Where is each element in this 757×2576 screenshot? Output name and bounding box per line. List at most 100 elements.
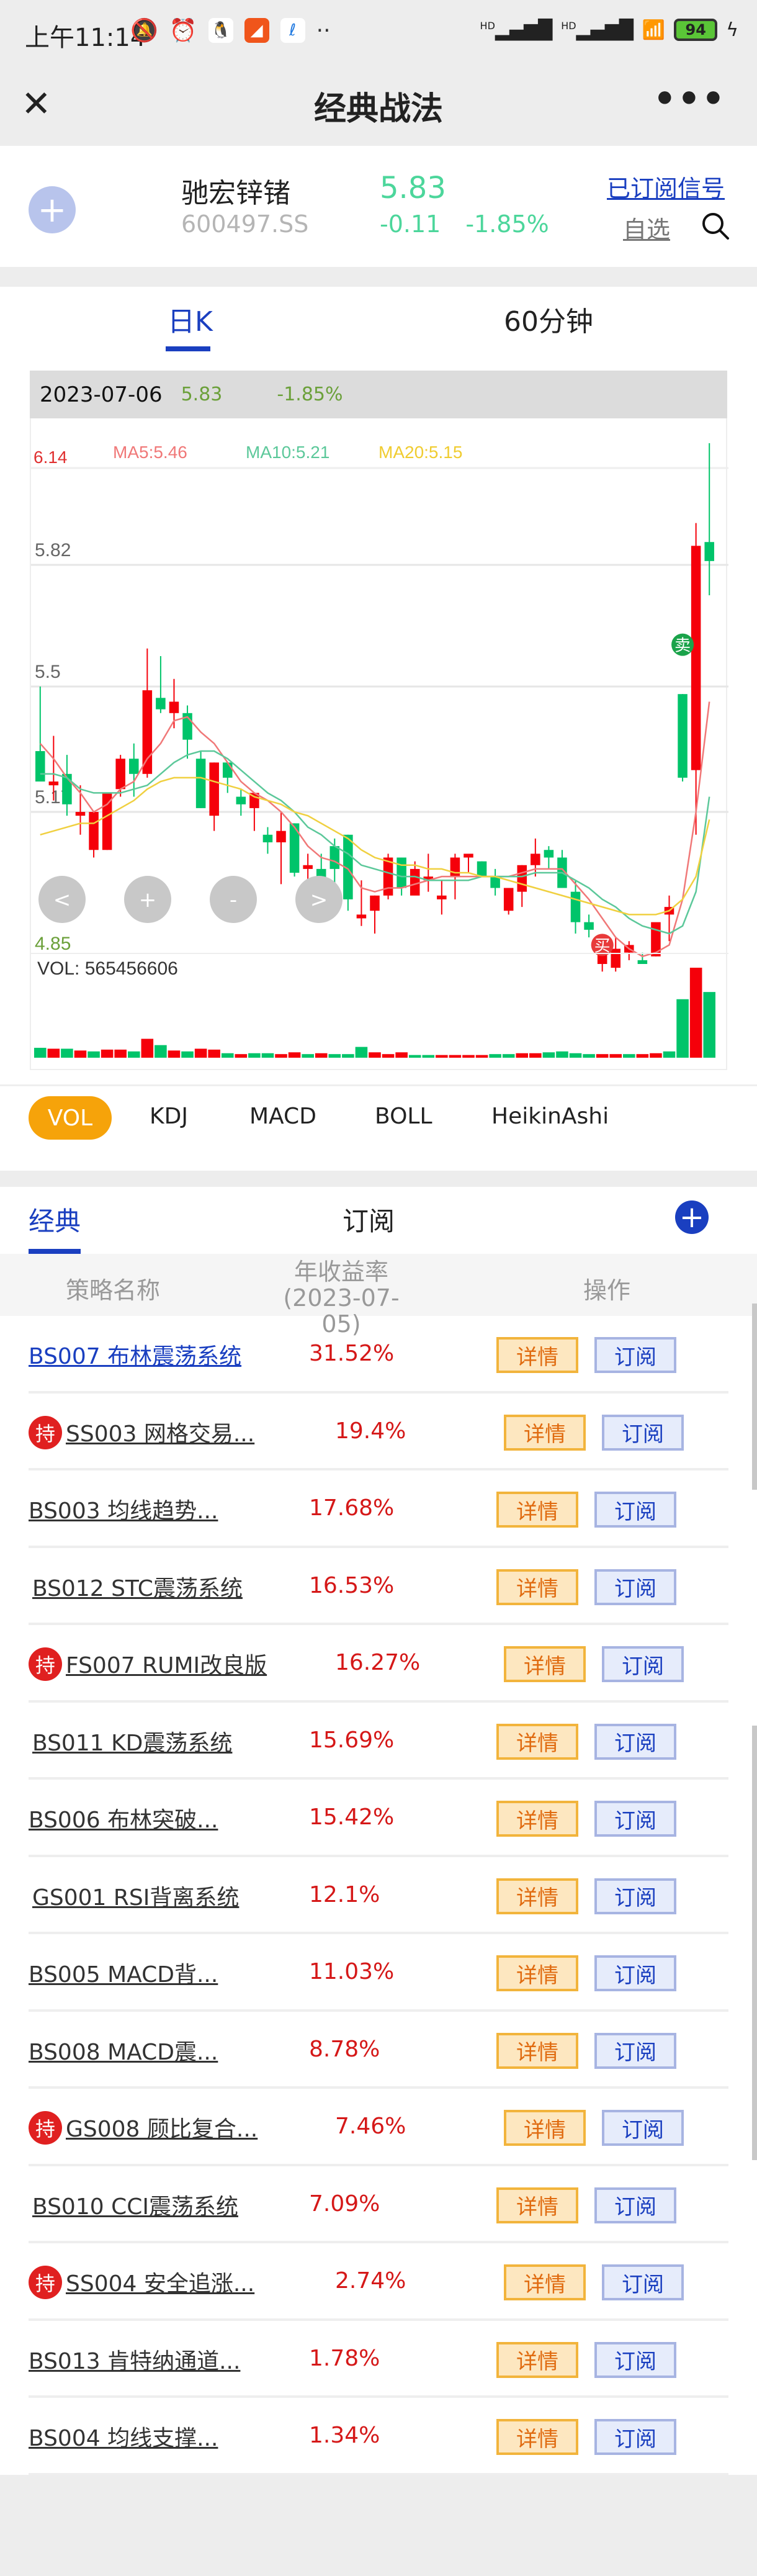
alarm-icon: ⏰: [169, 18, 197, 43]
search-icon[interactable]: [700, 210, 731, 241]
more-icon[interactable]: •••: [653, 78, 726, 120]
watchlist-link[interactable]: 自选: [623, 210, 670, 245]
subscribe-button[interactable]: 订阅: [594, 2187, 676, 2223]
strategy-name-link[interactable]: GS008 顾比复合...: [66, 2111, 258, 2143]
volume-bar: [127, 1051, 140, 1058]
volume-bar: [155, 1045, 167, 1058]
strategy-name-link[interactable]: BS011 KD震荡系统: [32, 1725, 232, 1757]
strategy-row: BS004 均线支撑... 1.34% 详情 订阅: [29, 2398, 728, 2475]
volume-bar: [569, 1053, 582, 1058]
detail-button[interactable]: 详情: [496, 1723, 578, 1760]
subscribe-button[interactable]: 订阅: [594, 1337, 676, 1373]
add-stock-button[interactable]: +: [29, 186, 76, 233]
strategy-name-link[interactable]: SS004 安全追涨...: [66, 2266, 254, 2298]
tab-daily-k[interactable]: 日K: [168, 299, 213, 339]
detail-button[interactable]: 详情: [496, 1337, 578, 1373]
strategy-name-link[interactable]: BS003 均线趋势...: [29, 1493, 218, 1525]
strategy-name-link[interactable]: BS005 MACD背...: [29, 1957, 218, 1989]
detail-button[interactable]: 详情: [504, 2110, 586, 2146]
strategy-name-link[interactable]: BS012 STC震荡系统: [32, 1570, 243, 1603]
candle-body: [691, 546, 701, 770]
subscribe-button[interactable]: 订阅: [594, 2032, 676, 2069]
subscribe-button[interactable]: 订阅: [594, 1569, 676, 1605]
subscribe-button[interactable]: 订阅: [594, 1801, 676, 1837]
detail-button[interactable]: 详情: [504, 2264, 586, 2300]
strategy-name-link[interactable]: BS006 布林突破...: [29, 1802, 218, 1834]
volume-bar: [328, 1054, 341, 1058]
tab-subscribe[interactable]: 订阅: [343, 1200, 395, 1238]
indicator-tab-macd[interactable]: MACD: [249, 1104, 316, 1129]
strategy-row: BS011 KD震荡系统 15.69% 详情 订阅: [29, 1703, 728, 1780]
detail-button[interactable]: 详情: [496, 1492, 578, 1528]
subscribe-button[interactable]: 订阅: [594, 1492, 676, 1528]
strategy-name-link[interactable]: BS007 布林震荡系统: [29, 1338, 241, 1371]
subscribe-button[interactable]: 订阅: [594, 2341, 676, 2378]
scrollbar[interactable]: [752, 1304, 757, 1490]
detail-button[interactable]: 详情: [496, 2187, 578, 2223]
subscribe-button[interactable]: 订阅: [594, 1723, 676, 1760]
detail-button[interactable]: 详情: [496, 1569, 578, 1605]
detail-button[interactable]: 详情: [504, 1414, 586, 1451]
detail-button[interactable]: 详情: [496, 2341, 578, 2378]
detail-button[interactable]: 详情: [496, 1878, 578, 1914]
y-min-label: 4.85: [35, 934, 71, 954]
prev-button[interactable]: <: [38, 876, 86, 923]
detail-button[interactable]: 详情: [504, 1646, 586, 1682]
strategy-name-link[interactable]: SS003 网格交易...: [66, 1416, 254, 1448]
status-bar: 上午11:14 🔕 ⏰ 🐧 ◢ ℓ ·· HD▂▄▆█ HD▂▄▆█ 📶 94 …: [0, 0, 757, 65]
signal-label: 买: [594, 937, 611, 955]
detail-button[interactable]: 详情: [496, 1801, 578, 1837]
candle-body: [450, 857, 460, 877]
subscribed-signals-link[interactable]: 已订阅信号: [607, 169, 725, 204]
strategy-name-link[interactable]: BS013 肯特纳通道...: [29, 2343, 240, 2376]
subscribe-button[interactable]: 订阅: [602, 2264, 684, 2300]
volume-bar: [689, 968, 702, 1058]
detail-button[interactable]: 详情: [496, 2419, 578, 2455]
strategy-row: BS010 CCI震荡系统 7.09% 详情 订阅: [29, 2166, 728, 2243]
volume-bar: [34, 1048, 47, 1058]
candle-body: [678, 694, 688, 778]
volume-bar: [663, 1051, 676, 1058]
nav-bar: ✕ 经典战法 •••: [0, 65, 757, 146]
tab-60min[interactable]: 60分钟: [504, 299, 593, 339]
zoom-out-button[interactable]: -: [210, 876, 257, 923]
strategy-name-link[interactable]: BS008 MACD震...: [29, 2034, 218, 2066]
strategy-rate: 8.78%: [309, 2036, 380, 2062]
candle-body: [142, 690, 153, 774]
kline-chart[interactable]: 5.17 5.5 5.82 6.14 MA5:5.46 MA10:5.21 MA20:5.1…: [30, 418, 728, 1070]
subscribe-button[interactable]: 订阅: [602, 1414, 684, 1451]
candle-body: [544, 850, 554, 858]
subscribe-button[interactable]: 订阅: [602, 1646, 684, 1682]
volume-bar: [101, 1049, 114, 1058]
strategy-rate: 7.09%: [309, 2191, 380, 2217]
zoom-in-button[interactable]: +: [124, 876, 171, 923]
add-strategy-button[interactable]: +: [675, 1200, 709, 1235]
strategy-row: BS003 均线趋势... 17.68% 详情 订阅: [29, 1470, 728, 1548]
scrollbar[interactable]: [752, 1726, 757, 2160]
status-time: 上午11:14: [25, 24, 146, 52]
detail-button[interactable]: 详情: [496, 2032, 578, 2069]
strategy-rate: 19.4%: [335, 1418, 406, 1444]
strategy-name-link[interactable]: FS007 RUMI改良版: [66, 1647, 267, 1680]
subscribe-button[interactable]: 订阅: [594, 1878, 676, 1914]
strategy-name-link[interactable]: GS001 RSI背离系统: [32, 1880, 239, 1912]
indicator-tab-boll[interactable]: BOLL: [375, 1104, 432, 1129]
indicator-tab-heikinashi[interactable]: HeikinAshi: [491, 1104, 609, 1129]
strategy-name-link[interactable]: BS004 均线支撑...: [29, 2420, 218, 2452]
tab-classic[interactable]: 经典: [29, 1200, 81, 1238]
chart-card: 日K 60分钟 2023-07-06 5.83 -1.85% 5.17 5.5 5.…: [0, 287, 757, 1084]
indicator-tab-kdj[interactable]: KDJ: [150, 1104, 188, 1129]
kline-svg[interactable]: 5.175.55.826.14 MA5:5.46 MA10:5.21 MA20:5.1…: [31, 418, 728, 1070]
next-button[interactable]: >: [295, 876, 343, 923]
subscribe-button[interactable]: 订阅: [602, 2110, 684, 2146]
volume-bar: [315, 1053, 328, 1058]
strategy-name-link[interactable]: BS010 CCI震荡系统: [32, 2189, 238, 2221]
candle-body: [35, 751, 45, 782]
strategy-rate: 17.68%: [309, 1495, 395, 1521]
subscribe-button[interactable]: 订阅: [594, 1955, 676, 1991]
detail-button[interactable]: 详情: [496, 1955, 578, 1991]
status-icons: 🔕 ⏰ 🐧 ◢ ℓ ··: [130, 17, 331, 44]
indicator-tab-vol[interactable]: VOL: [29, 1096, 112, 1140]
candle-body: [410, 868, 420, 896]
subscribe-button[interactable]: 订阅: [594, 2419, 676, 2455]
